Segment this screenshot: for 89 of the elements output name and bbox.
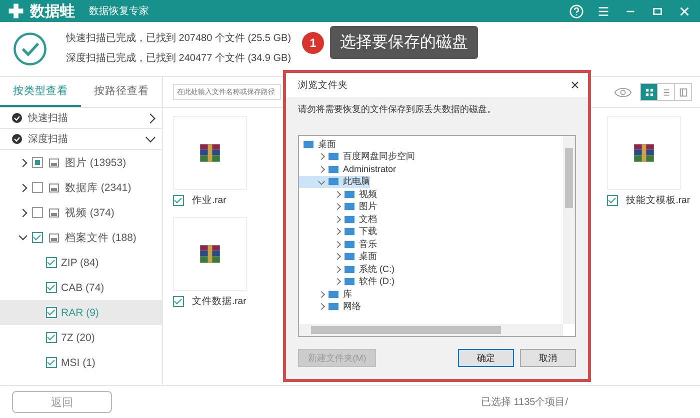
- file-name: 作业.rar: [192, 194, 226, 207]
- folder-icon: [328, 152, 339, 162]
- folder-tree-item[interactable]: 桌面: [299, 250, 575, 263]
- folder-tree-item[interactable]: 百度网盘同步空间: [299, 150, 575, 163]
- check-dot-icon: [12, 113, 22, 123]
- folder-tree-item[interactable]: 视频: [299, 188, 575, 200]
- file-type-item[interactable]: 7Z (20): [0, 325, 162, 350]
- checkbox[interactable]: [32, 182, 43, 193]
- folder-tree-item[interactable]: 软件 (D:): [299, 276, 575, 288]
- scan-group-item[interactable]: 快速扫描: [0, 108, 162, 129]
- folder-icon: [344, 264, 355, 274]
- folder-icon: [344, 190, 355, 199]
- folder-tree-item[interactable]: 文档: [299, 213, 575, 226]
- dialog-message: 请勿将需要恢复的文件保存到原丢失数据的磁盘。: [298, 103, 497, 116]
- folder-icon: [344, 252, 355, 262]
- dialog-title: 浏览文件夹: [298, 78, 348, 92]
- folder-tree-item[interactable]: 系统 (C:): [299, 263, 575, 276]
- step-number-badge: 1: [302, 32, 324, 54]
- folder-icon: [303, 140, 314, 149]
- folder-tree-item[interactable]: 桌面: [299, 138, 575, 150]
- folder-icon: [328, 302, 339, 312]
- checkbox[interactable]: [32, 232, 43, 243]
- archive-books-icon: [199, 244, 221, 264]
- checkbox[interactable]: [46, 282, 57, 293]
- scan-result-text: 快速扫描已完成，已找到 207480 个文件 (25.5 GB): [66, 32, 292, 46]
- checkbox[interactable]: [46, 307, 57, 318]
- checkbox[interactable]: [32, 157, 43, 168]
- checkbox[interactable]: [32, 207, 43, 218]
- eye-icon[interactable]: [614, 86, 632, 98]
- scan-group-item[interactable]: 深度扫描: [0, 129, 162, 150]
- ok-button[interactable]: 确定: [458, 349, 514, 367]
- app-logo-text: 数据蛙: [30, 2, 75, 20]
- check-dot-icon: [12, 134, 22, 144]
- grid-view-button[interactable]: [641, 84, 657, 100]
- folder-type-icon: [49, 208, 59, 218]
- folder-icon: [328, 290, 339, 299]
- list-icon: [662, 88, 670, 96]
- file-name: 技能文模板.rar: [626, 194, 690, 207]
- folder-tree-item[interactable]: 下载: [299, 226, 575, 238]
- checkbox[interactable]: [173, 195, 184, 206]
- category-item[interactable]: 图片 (13953): [0, 150, 162, 175]
- file-type-item[interactable]: MSI (1): [0, 350, 162, 375]
- category-item[interactable]: 数据库 (2341): [0, 175, 162, 200]
- folder-icon: [344, 202, 355, 212]
- cross-logo-icon: [8, 3, 24, 19]
- callout-tooltip: 选择要保存的磁盘: [330, 26, 478, 59]
- folder-type-icon: [49, 158, 59, 168]
- folder-icon: [344, 277, 355, 286]
- checkbox[interactable]: [46, 357, 57, 368]
- folder-icon: [344, 227, 355, 236]
- check-circle-icon: [12, 31, 48, 67]
- folder-type-icon: [49, 182, 59, 192]
- columns-icon: [678, 88, 688, 96]
- scan-result-text: 深度扫描已完成，已找到 240477 个文件 (34.9 GB): [66, 52, 292, 66]
- category-item[interactable]: 视频 (374): [0, 200, 162, 225]
- vertical-scrollbar[interactable]: [563, 136, 575, 324]
- category-item[interactable]: 档案文件 (188): [0, 225, 162, 250]
- file-thumbnail[interactable]: [606, 116, 681, 190]
- checkbox[interactable]: [46, 257, 57, 268]
- help-icon[interactable]: [569, 4, 584, 18]
- cancel-button[interactable]: 取消: [520, 349, 576, 367]
- horizontal-scrollbar[interactable]: [299, 324, 563, 336]
- folder-tree-item[interactable]: 库: [299, 288, 575, 300]
- folder-type-icon: [49, 232, 59, 242]
- folder-tree-item[interactable]: 图片: [299, 200, 575, 213]
- file-thumbnail[interactable]: [173, 116, 247, 190]
- file-type-item[interactable]: ZIP (84): [0, 250, 162, 275]
- folder-icon: [344, 240, 355, 249]
- view-tab[interactable]: 按路径查看: [81, 77, 162, 107]
- archive-books-icon: [632, 143, 655, 163]
- file-name: 文件数据.rar: [192, 295, 246, 308]
- folder-tree-item[interactable]: 网络: [299, 300, 575, 313]
- file-thumbnail[interactable]: [173, 217, 247, 291]
- app-subtitle: 数据恢复专家: [89, 4, 149, 18]
- checkbox[interactable]: [46, 332, 57, 343]
- status-text: 已选择 1135个项目/: [480, 396, 568, 409]
- close-icon[interactable]: [570, 80, 580, 90]
- file-type-item[interactable]: CAB (74): [0, 275, 162, 300]
- folder-icon: [344, 214, 355, 224]
- checkbox[interactable]: [606, 195, 618, 206]
- folder-tree-item[interactable]: 音乐: [299, 238, 575, 250]
- archive-books-icon: [199, 143, 221, 163]
- folder-tree-item[interactable]: 此电脑: [299, 176, 370, 188]
- folder-icon: [328, 177, 339, 186]
- folder-icon: [328, 164, 339, 174]
- view-tab[interactable]: 按类型查看: [0, 77, 81, 107]
- grid-icon: [644, 88, 654, 96]
- checkbox[interactable]: [173, 296, 184, 307]
- folder-tree-item[interactable]: Administrator: [299, 163, 575, 176]
